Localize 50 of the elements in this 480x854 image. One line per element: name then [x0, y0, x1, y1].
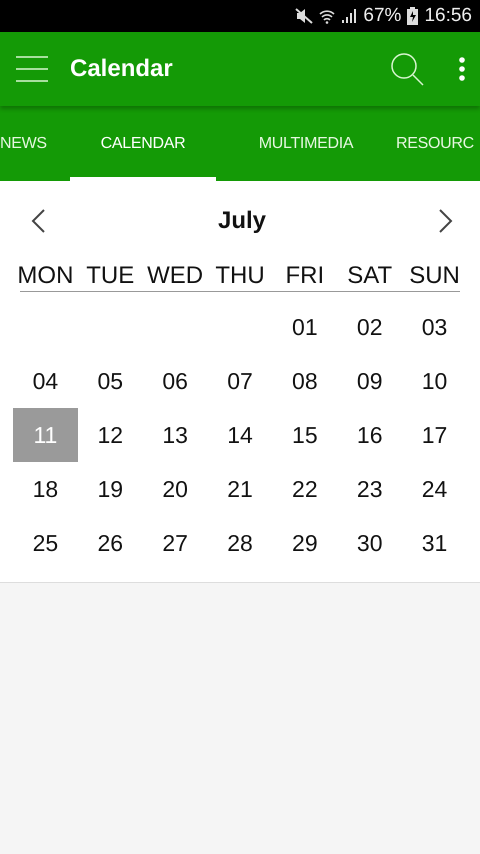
weekday-label: FRI	[284, 261, 326, 291]
day-cell[interactable]: 04	[13, 354, 78, 408]
day-cell[interactable]: 07	[208, 354, 272, 408]
day-cell[interactable]: 09	[337, 354, 402, 408]
more-options-icon[interactable]	[458, 57, 466, 81]
day-cell[interactable]: 28	[208, 516, 272, 570]
day-cell[interactable]: 21	[208, 462, 272, 516]
chevron-left-icon[interactable]	[31, 209, 45, 233]
day-cell[interactable]: 01	[272, 300, 338, 354]
wifi-icon	[319, 8, 336, 24]
weekday-label: TUE	[85, 261, 136, 291]
menu-icon[interactable]	[16, 56, 48, 82]
day-cell[interactable]: 18	[13, 462, 78, 516]
weekday-label: THU	[214, 261, 266, 291]
day-cell[interactable]: 17	[402, 408, 467, 462]
day-cell[interactable]: 27	[142, 516, 208, 570]
month-title: July	[218, 207, 266, 235]
day-cell[interactable]: 12	[78, 408, 143, 462]
battery-icon	[407, 7, 418, 25]
day-cell[interactable]: 19	[78, 462, 143, 516]
day-cell[interactable]: 31	[402, 516, 467, 570]
day-cell[interactable]: 22	[272, 462, 338, 516]
mute-icon	[295, 8, 314, 24]
day-cell[interactable]: 13	[142, 408, 208, 462]
day-cell[interactable]: 16	[337, 408, 402, 462]
day-cell[interactable]: 03	[402, 300, 467, 354]
day-cell[interactable]: 08	[272, 354, 338, 408]
day-cell[interactable]: 30	[337, 516, 402, 570]
day-cell[interactable]: 15	[272, 408, 338, 462]
app-title: Calendar	[70, 55, 174, 83]
day-cell[interactable]: 26	[78, 516, 143, 570]
day-cell[interactable]: 06	[142, 354, 208, 408]
clock-time: 16:56	[424, 5, 472, 27]
day-cell[interactable]: 23	[337, 462, 402, 516]
day-cell[interactable]: 29	[272, 516, 338, 570]
day-cell[interactable]: 14	[208, 408, 272, 462]
battery-percent: 67%	[363, 5, 402, 27]
day-cell[interactable]: 05	[78, 354, 143, 408]
weekday-label: SUN	[408, 261, 461, 291]
chevron-right-icon[interactable]	[439, 209, 453, 233]
weekday-label: SAT	[346, 261, 394, 291]
search-icon[interactable]	[390, 52, 424, 86]
day-cell[interactable]: 24	[402, 462, 467, 516]
weekday-label: MON	[16, 261, 74, 291]
day-cell[interactable]: 25	[13, 516, 78, 570]
day-cell[interactable]: 20	[142, 462, 208, 516]
signal-icon	[341, 8, 358, 24]
day-cell[interactable]: 02	[337, 300, 402, 354]
weekday-label: WED	[146, 261, 204, 291]
day-cell[interactable]: 10	[402, 354, 467, 408]
